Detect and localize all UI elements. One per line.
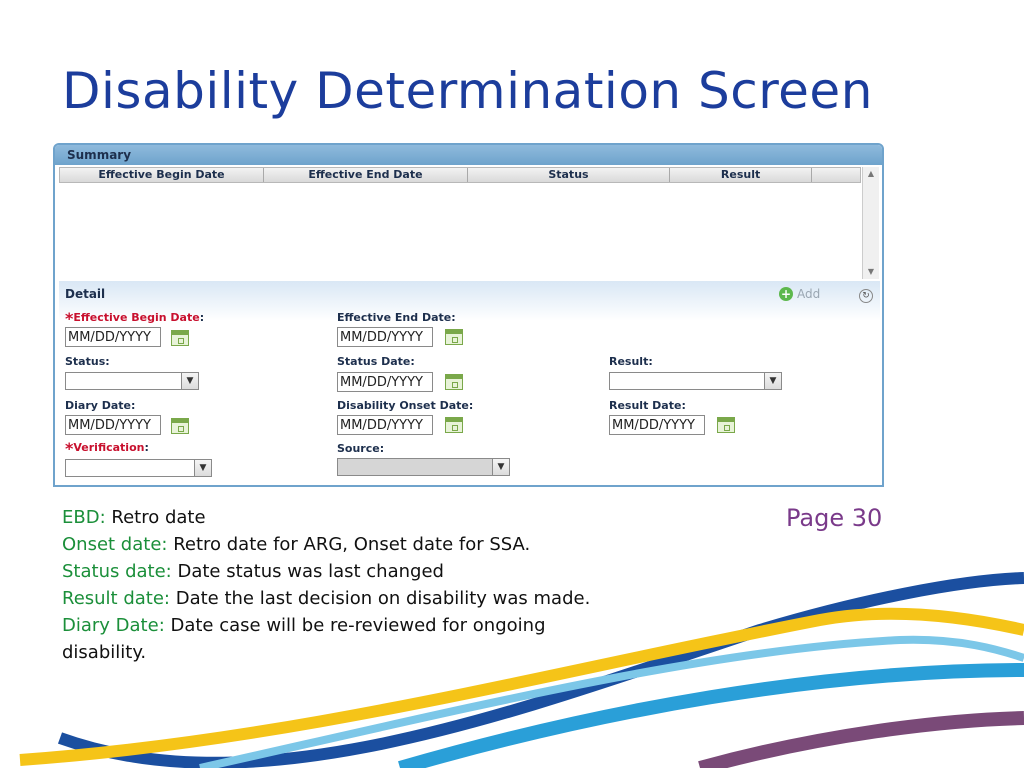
column-header-effective-begin-date[interactable]: Effective Begin Date [60,168,264,182]
plus-icon: + [779,287,793,301]
summary-grid-header: Effective Begin Date Effective End Date … [59,167,861,183]
calendar-icon[interactable] [445,374,463,390]
disability-onset-date-input[interactable] [337,415,433,435]
disability-panel: Summary Effective Begin Date Effective E… [53,143,884,487]
status-select[interactable]: ▼ [65,372,199,390]
summary-header: Summary [55,145,882,165]
slide-title: Disability Determination Screen [62,62,873,120]
column-header-status[interactable]: Status [468,168,670,182]
label-effective-begin-date: *Effective Begin Date: [65,309,205,328]
source-select: ▼ [337,458,510,476]
result-date-input[interactable] [609,415,705,435]
label-result-date: Result Date: [609,399,686,412]
calendar-icon[interactable] [445,417,463,433]
scroll-down-icon[interactable]: ▼ [863,265,879,279]
status-date-input[interactable] [337,372,433,392]
detail-section: Detail + Add ↻ *Effective Begin Date: St… [59,281,880,483]
chevron-down-icon[interactable]: ▼ [194,460,211,476]
decorative-waves [19,572,1024,768]
calendar-icon[interactable] [171,330,189,346]
label-source: Source: [337,442,385,455]
add-label: Add [797,287,821,301]
label-verification: *Verification: [65,439,149,458]
chevron-down-icon: ▼ [492,459,509,475]
chevron-down-icon[interactable]: ▼ [764,373,781,389]
result-select[interactable]: ▼ [609,372,782,390]
diary-date-input[interactable] [65,415,161,435]
detail-title: Detail [65,287,106,301]
calendar-icon[interactable] [717,417,735,433]
column-header-spacer [812,168,860,182]
verification-select[interactable]: ▼ [65,459,212,477]
label-status-date: Status Date: [337,355,415,368]
label-result: Result: [609,355,653,368]
calendar-icon[interactable] [445,329,463,345]
calendar-icon[interactable] [171,418,189,434]
note-line: Onset date: Retro date for ARG, Onset da… [62,534,531,555]
effective-begin-date-input[interactable] [65,327,161,347]
summary-scrollbar[interactable]: ▲ ▼ [862,167,879,279]
column-header-result[interactable]: Result [670,168,813,182]
chevron-down-icon[interactable]: ▼ [181,373,198,389]
label-disability-onset-date: Disability Onset Date: [337,399,474,412]
page-number: Page 30 [786,504,883,532]
column-header-effective-end-date[interactable]: Effective End Date [264,168,468,182]
label-status: Status: [65,355,110,368]
label-effective-end-date: Effective End Date: [337,311,456,324]
effective-end-date-input[interactable] [337,327,433,347]
scroll-up-icon[interactable]: ▲ [863,167,879,181]
note-line: EBD: Retro date [62,507,206,528]
refresh-icon[interactable]: ↻ [859,289,873,303]
label-diary-date: Diary Date: [65,399,136,412]
add-button[interactable]: + Add [779,287,820,301]
